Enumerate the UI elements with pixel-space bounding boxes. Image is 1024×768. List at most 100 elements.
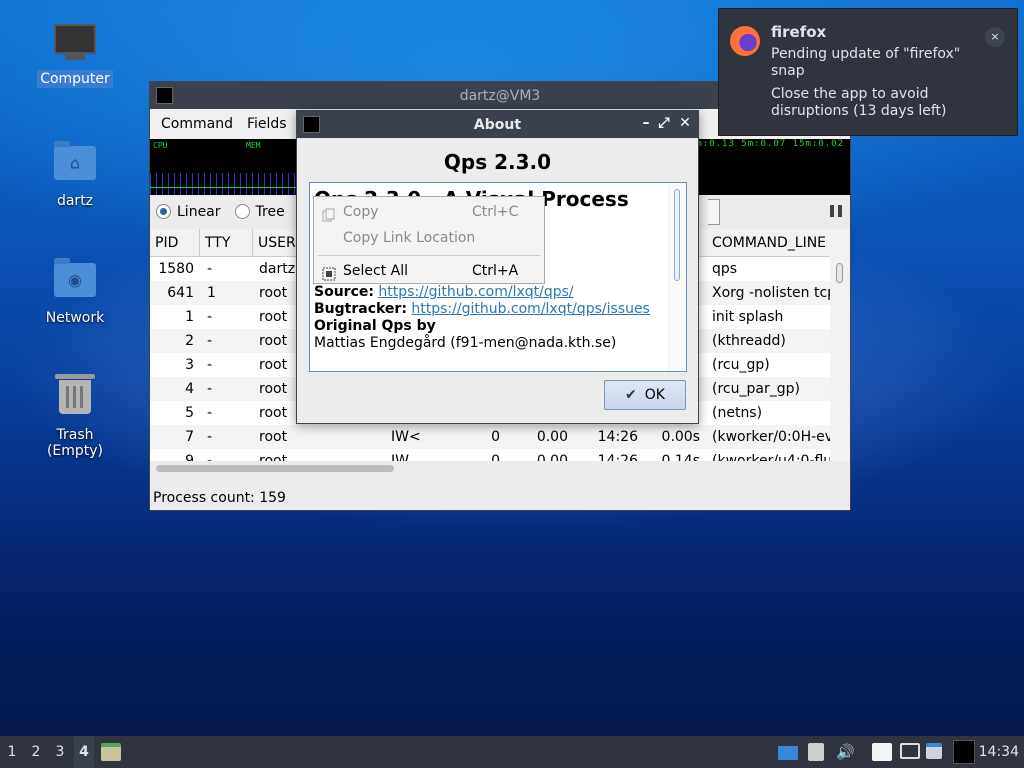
source-line: Source: https://github.com/lxqt/qps/ bbox=[314, 284, 574, 300]
scroll-thumb[interactable] bbox=[156, 465, 394, 472]
cell-time: 0.14s bbox=[661, 453, 700, 461]
notification-line-1: Pending update of "firefox" snap bbox=[771, 46, 961, 79]
menu-item-shortcut: Ctrl+C bbox=[472, 204, 519, 220]
table-vertical-scrollbar[interactable] bbox=[830, 229, 850, 461]
maximize-icon[interactable]: ⤢ bbox=[655, 115, 673, 131]
notification-popup[interactable]: firefox Pending update of "firefox" snap… bbox=[718, 8, 1018, 136]
about-titlebar[interactable]: About – ⤢ ✕ bbox=[297, 111, 698, 138]
desktop-icon-computer[interactable]: Computer bbox=[25, 24, 125, 88]
cpu-history-bars bbox=[150, 173, 300, 195]
menu-command[interactable]: Command bbox=[154, 116, 240, 132]
cell-cmd: qps bbox=[712, 261, 738, 277]
clipboard-icon[interactable] bbox=[872, 743, 892, 761]
column-command-line[interactable]: COMMAND_LINE bbox=[707, 229, 830, 257]
cell-nice: 0 bbox=[491, 453, 500, 461]
workspace-1[interactable]: 1 bbox=[2, 736, 22, 768]
menu-item-shortcut: Ctrl+A bbox=[472, 263, 519, 279]
about-heading: Qps 2.3.0 bbox=[443, 150, 552, 174]
update-notifier-icon[interactable] bbox=[926, 743, 942, 759]
cell-cmd: Xorg -nolisten tcp bbox=[712, 285, 830, 301]
workspace-3[interactable]: 3 bbox=[50, 736, 70, 768]
desktop-icon-network[interactable]: ◉ Network bbox=[25, 258, 125, 327]
context-menu: Copy Ctrl+C Copy Link Location Select Al… bbox=[313, 196, 545, 284]
cell-stat: IW< bbox=[391, 429, 421, 445]
filter-combo[interactable] bbox=[708, 199, 720, 225]
mem-graph-label: MEM bbox=[246, 141, 261, 150]
menu-item-copy[interactable]: Copy Ctrl+C bbox=[314, 199, 544, 225]
view-tree-label: Tree bbox=[255, 203, 285, 220]
minimize-icon[interactable]: – bbox=[637, 115, 655, 131]
scroll-thumb[interactable] bbox=[674, 189, 680, 281]
workspace-2[interactable]: 2 bbox=[26, 736, 46, 768]
cell-cmd: (rcu_par_gp) bbox=[712, 381, 800, 397]
workspace-4[interactable]: 4 bbox=[74, 736, 94, 768]
cpu-graph-label: CPU bbox=[153, 141, 168, 150]
file-manager-launcher-icon[interactable] bbox=[101, 743, 121, 761]
scroll-thumb[interactable] bbox=[836, 263, 843, 283]
notification-line-2: Close the app to avoid disruptions (13 d… bbox=[771, 86, 947, 119]
source-link[interactable]: https://github.com/lxqt/qps/ bbox=[378, 284, 573, 300]
menu-item-copy-link-location[interactable]: Copy Link Location bbox=[314, 225, 544, 251]
mem-history-line bbox=[150, 187, 300, 188]
view-linear-radio[interactable]: Linear bbox=[156, 204, 221, 220]
menu-item-select-all[interactable]: Select All Ctrl+A bbox=[314, 258, 544, 284]
cell-pid: 2 bbox=[185, 333, 194, 349]
bugtracker-link[interactable]: https://github.com/lxqt/qps/issues bbox=[411, 301, 649, 317]
show-desktop-icon[interactable] bbox=[778, 746, 798, 760]
desktop-icon-trash[interactable]: Trash (Empty) bbox=[25, 374, 125, 460]
app-icon bbox=[156, 87, 173, 104]
cell-start: 14:26 bbox=[597, 429, 638, 445]
firefox-icon bbox=[730, 26, 760, 56]
bugtracker-line: Bugtracker: https://github.com/lxqt/qps/… bbox=[314, 301, 650, 317]
table-row[interactable]: 9 - root IW 0 0.00 14:26 0.14s (kworker/u4:0-flu bbox=[150, 449, 830, 461]
cell-pid: 3 bbox=[185, 357, 194, 373]
column-pid[interactable]: PID bbox=[150, 229, 200, 257]
table-row[interactable]: 7- root IW< 0 0.00 14:26 0.00s (kworker/0:0H-ev bbox=[150, 425, 830, 449]
network-folder-icon: ◉ bbox=[53, 258, 97, 303]
volume-icon[interactable]: 🔊 bbox=[836, 743, 855, 761]
ok-label: OK bbox=[644, 387, 665, 403]
cell-pid: 4 bbox=[185, 381, 194, 397]
cell-user: root bbox=[259, 453, 288, 461]
cell-cmd: (kworker/u4:0-flu bbox=[712, 453, 830, 461]
clock[interactable]: 14:34 bbox=[979, 736, 1019, 768]
menu-item-label: Copy Link Location bbox=[343, 230, 476, 246]
cell-tty: - bbox=[207, 333, 213, 349]
notification-body: Pending update of "firefox" snap Close t… bbox=[771, 46, 991, 120]
cell-tty: - bbox=[207, 453, 213, 461]
menu-item-label: Copy bbox=[343, 204, 379, 220]
cell-start: 14:26 bbox=[597, 453, 638, 461]
menu-fields[interactable]: Fields bbox=[240, 116, 294, 132]
bugtracker-label: Bugtracker: bbox=[314, 301, 407, 317]
qps-tray-icon[interactable] bbox=[953, 740, 975, 764]
table-horizontal-scrollbar[interactable] bbox=[150, 461, 850, 476]
desktop-icon-label: Computer bbox=[37, 70, 113, 88]
column-tty[interactable]: TTY bbox=[200, 229, 253, 257]
desktop-icon-home[interactable]: ⌂ dartz bbox=[25, 141, 125, 210]
view-tree-radio[interactable]: Tree bbox=[234, 203, 285, 220]
notification-title: firefox bbox=[771, 23, 827, 41]
about-scrollbar[interactable] bbox=[668, 183, 686, 371]
cell-nice: 0 bbox=[491, 429, 500, 445]
process-count: Process count: 159 bbox=[153, 490, 286, 506]
checkmark-icon: ✔ bbox=[625, 387, 637, 403]
network-status-icon[interactable] bbox=[900, 743, 920, 759]
notification-close-icon[interactable]: × bbox=[985, 27, 1005, 47]
cell-pid: 5 bbox=[185, 405, 194, 421]
desktop-icon-label: Network bbox=[45, 310, 105, 326]
ok-button[interactable]: ✔ OK bbox=[604, 380, 686, 410]
copy-icon bbox=[322, 205, 336, 222]
cell-tty: - bbox=[207, 261, 213, 277]
cell-pid: 1580 bbox=[158, 261, 194, 277]
original-label: Original Qps by bbox=[314, 318, 436, 334]
cell-tty: - bbox=[207, 309, 213, 325]
removable-media-icon[interactable] bbox=[808, 743, 824, 761]
cell-cmd: (netns) bbox=[712, 405, 763, 421]
pause-icon[interactable] bbox=[830, 205, 842, 217]
taskbar: 1 2 3 4 🔊 14:34 bbox=[0, 736, 1024, 768]
close-icon[interactable]: ✕ bbox=[676, 115, 694, 131]
cell-tty: - bbox=[207, 381, 213, 397]
home-folder-icon: ⌂ bbox=[53, 141, 97, 186]
computer-icon bbox=[53, 24, 97, 64]
cell-pid: 7 bbox=[185, 429, 194, 445]
